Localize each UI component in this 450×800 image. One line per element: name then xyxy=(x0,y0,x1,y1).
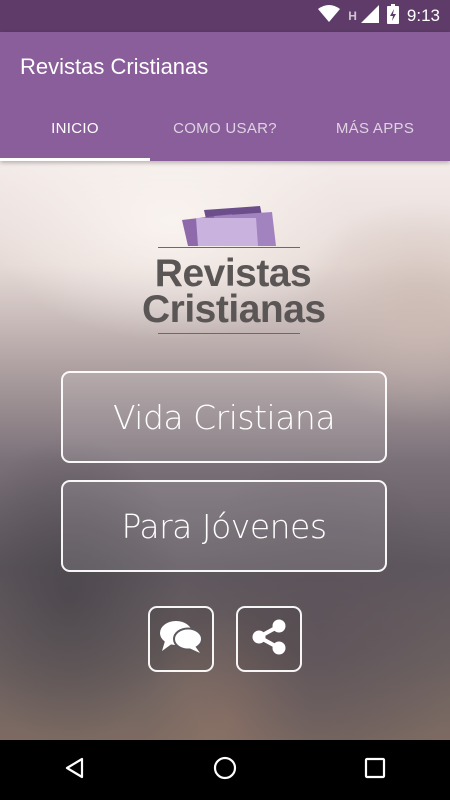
battery-icon xyxy=(386,3,399,29)
logo-bottom-rule xyxy=(158,333,300,334)
vida-cristiana-button[interactable]: Vida Cristiana xyxy=(61,371,387,463)
app-screen: H 9:13 Revistas Cristianas INICIO COMO U… xyxy=(0,0,450,800)
para-jovenes-button[interactable]: Para Jóvenes xyxy=(61,480,387,572)
status-time: 9:13 xyxy=(406,6,440,25)
logo-line-1: Revistas xyxy=(154,252,312,295)
back-button[interactable] xyxy=(45,740,105,800)
recents-button[interactable] xyxy=(345,740,405,800)
logo-top-rule xyxy=(158,247,300,248)
home-icon xyxy=(212,755,238,786)
share-icon xyxy=(249,617,289,662)
share-button[interactable] xyxy=(236,606,302,672)
main-content: Revistas Cristianas Vida Cristiana Para … xyxy=(0,161,450,740)
app-logo: Revistas Cristianas xyxy=(142,206,326,336)
logo-line-2: Cristianas xyxy=(142,288,326,331)
app-title: Revistas Cristianas xyxy=(20,54,209,79)
tab-bar: INICIO COMO USAR? MÁS APPS xyxy=(0,95,450,161)
status-bar: H 9:13 xyxy=(0,0,450,32)
chat-button[interactable] xyxy=(148,606,214,672)
tab-inicio[interactable]: INICIO xyxy=(0,95,150,161)
status-icons: H 9:13 xyxy=(318,0,440,32)
app-bar: Revistas Cristianas INICIO COMO USAR? MÁ… xyxy=(0,32,450,161)
magazines-icon xyxy=(182,206,276,246)
system-nav-bar xyxy=(0,740,450,800)
network-type: H xyxy=(348,9,357,23)
recents-icon xyxy=(364,757,386,784)
chat-icon xyxy=(159,619,203,660)
wifi-icon xyxy=(318,4,341,28)
back-icon xyxy=(63,756,87,785)
tab-como-usar[interactable]: COMO USAR? xyxy=(150,95,300,161)
signal-icon xyxy=(360,4,379,28)
tab-mas-apps[interactable]: MÁS APPS xyxy=(300,95,450,161)
home-button[interactable] xyxy=(195,740,255,800)
